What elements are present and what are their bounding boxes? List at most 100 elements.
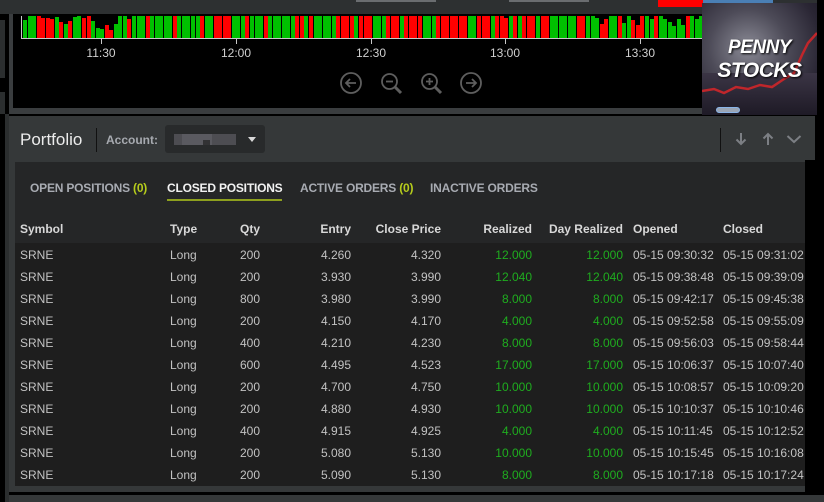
volume-bar	[631, 20, 636, 38]
volume-bar	[259, 16, 264, 38]
left-gutter	[0, 14, 9, 122]
volume-bar	[304, 16, 309, 38]
volume-bar	[654, 16, 659, 38]
volume-bar	[531, 16, 536, 38]
column-header-day-realized[interactable]: Day Realized	[532, 222, 623, 236]
column-header-qty[interactable]: Qty	[240, 222, 260, 236]
volume-bar	[299, 16, 304, 38]
cell-close-price: 5.130	[410, 446, 441, 460]
column-header-close-price[interactable]: Close Price	[351, 222, 441, 236]
volume-bar	[490, 16, 495, 38]
logo-text-line2: STOCKS	[717, 59, 802, 82]
tab-inactive-orders[interactable]: INACTIVE ORDERS	[430, 181, 538, 195]
table-row[interactable]: SRNE Long 200 4.880 4.930 10.000 10.000 05-15 1…	[15, 398, 808, 420]
cell-symbol: SRNE	[20, 270, 54, 284]
chevron-down-icon[interactable]	[786, 131, 802, 147]
volume-bar	[663, 19, 668, 38]
volume-bar	[195, 16, 200, 38]
volume-bar	[59, 21, 64, 38]
cell-realized: 10.000	[495, 402, 532, 416]
cell-type: Long	[170, 314, 197, 328]
time-tick-label: 13:00	[489, 46, 521, 60]
top-window-strip	[0, 0, 824, 14]
cell-opened: 05-15 10:17:18	[633, 468, 714, 482]
volume-bar	[50, 19, 55, 38]
arrow-up-icon[interactable]	[760, 131, 776, 147]
volume-bar	[649, 19, 654, 38]
volume-bar	[145, 16, 150, 38]
table-row[interactable]: SRNE Long 200 3.930 3.990 12.040 12.040 05-15 0…	[15, 266, 808, 288]
cell-type: Long	[170, 248, 197, 262]
column-header-opened[interactable]: Opened	[633, 222, 678, 236]
volume-bar	[572, 16, 577, 38]
cell-opened: 05-15 09:30:32	[633, 248, 714, 262]
tab-label: ACTIVE ORDERS	[300, 181, 397, 195]
column-header-closed[interactable]: Closed	[723, 222, 763, 236]
cell-symbol: SRNE	[20, 292, 54, 306]
arrow-down-icon[interactable]	[733, 131, 749, 147]
cell-realized: 4.000	[501, 314, 532, 328]
time-tick-label: 11:30	[86, 46, 116, 60]
cell-opened: 05-15 10:10:37	[633, 402, 714, 416]
volume-bar	[449, 16, 454, 38]
account-select[interactable]	[165, 125, 265, 153]
volume-bar	[608, 16, 613, 38]
volume-bar	[349, 16, 354, 38]
volume-bar	[309, 16, 314, 38]
table-row[interactable]: SRNE Long 800 3.980 3.990 8.000 8.000 05-15 09:…	[15, 288, 808, 310]
volume-bar	[209, 16, 214, 38]
bottom-panel-edge	[9, 492, 824, 502]
table-row[interactable]: SRNE Long 200 5.090 5.130 8.000 8.000 05-15 10:…	[15, 464, 808, 486]
zoom-in-icon[interactable]	[420, 72, 444, 96]
volume-bar	[445, 16, 450, 38]
volume-bar	[358, 16, 363, 38]
right-edge	[817, 0, 824, 116]
volume-bar	[227, 16, 232, 38]
volume-bar	[100, 29, 105, 38]
volume-bar	[576, 16, 581, 38]
tab-open-positions[interactable]: OPEN POSITIONS (0)	[30, 181, 147, 195]
table-row[interactable]: SRNE Long 200 5.080 5.130 10.000 10.000 05-15 1…	[15, 442, 808, 464]
zoom-out-icon[interactable]	[380, 72, 404, 96]
tab-active-orders[interactable]: ACTIVE ORDERS (0)	[300, 181, 413, 195]
volume-bar	[331, 16, 336, 38]
cell-realized: 12.040	[495, 270, 532, 284]
portfolio-panel: Portfolio Account: OPEN POSITIONS (0) CL…	[9, 116, 815, 492]
arrow-right-circle-icon[interactable]	[460, 72, 484, 96]
table-row[interactable]: SRNE Long 400 4.210 4.230 8.000 8.000 05-15 09:…	[15, 332, 808, 354]
cell-entry: 4.260	[320, 248, 351, 262]
table-row[interactable]: SRNE Long 200 4.260 4.320 12.000 12.000 05-15 0…	[15, 244, 808, 266]
window-tab-indicator[interactable]	[356, 0, 436, 2]
volume-bar	[681, 24, 686, 38]
tab-closed-positions[interactable]: CLOSED POSITIONS	[167, 181, 283, 201]
volume-bar	[472, 16, 477, 38]
volume-bar	[250, 16, 254, 38]
table-row[interactable]: SRNE Long 200 4.150 4.170 4.000 4.000 05-15 09:…	[15, 310, 808, 332]
volume-bar	[590, 16, 595, 38]
volume-bar	[563, 16, 568, 38]
volume-bar	[667, 21, 672, 38]
column-header-entry[interactable]: Entry	[291, 222, 351, 236]
cell-qty: 200	[240, 468, 261, 482]
table-row[interactable]: SRNE Long 200 4.700 4.750 10.000 10.000 05-15 1…	[15, 376, 808, 398]
cell-symbol: SRNE	[20, 358, 54, 372]
column-header-realized[interactable]: Realized	[451, 222, 532, 236]
cell-close-price: 4.320	[410, 248, 441, 262]
table-row[interactable]: SRNE Long 600 4.495 4.523 17.000 17.000 05-15 1…	[15, 354, 808, 376]
volume-bar	[186, 16, 191, 38]
volume-bar	[622, 22, 627, 38]
volume-bar	[236, 16, 241, 38]
cell-qty: 200	[240, 446, 261, 460]
column-header-type[interactable]: Type	[170, 222, 197, 236]
volume-bars-area[interactable]	[21, 16, 711, 39]
column-header-symbol[interactable]: Symbol	[20, 222, 63, 236]
cell-symbol: SRNE	[20, 402, 54, 416]
volume-bar	[340, 16, 345, 38]
volume-bar	[91, 20, 96, 38]
cell-day-realized: 10.000	[586, 380, 623, 394]
volume-bar	[204, 16, 209, 38]
table-row[interactable]: SRNE Long 400 4.915 4.925 4.000 4.000 05-15 10:…	[15, 420, 808, 442]
arrow-left-circle-icon[interactable]	[340, 72, 364, 96]
window-tab-indicator[interactable]	[509, 0, 589, 2]
cell-close-price: 4.230	[410, 336, 441, 350]
